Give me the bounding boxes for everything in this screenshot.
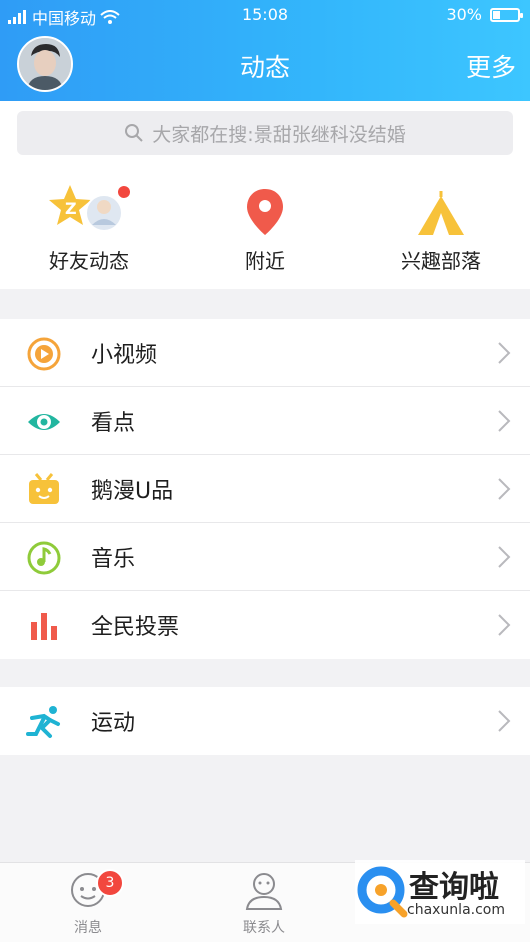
bar-chart-icon: [31, 613, 57, 640]
eye-icon: [28, 414, 60, 430]
quick-friend-feed[interactable]: Z 好友动态: [14, 181, 164, 274]
page-title: 动态: [239, 53, 290, 82]
svg-text:Z: Z: [65, 199, 77, 218]
battery-icon: [490, 7, 523, 22]
watermark-subtitle: chaxunla.com: [407, 902, 505, 918]
quick-tribe-label: 兴趣部落: [401, 249, 481, 273]
watermark-title: 查询啦: [409, 870, 499, 905]
play-circle-icon: [27, 337, 61, 371]
list-item-label: 鹅漫U品: [91, 479, 174, 504]
list-item-label: 小视频: [91, 343, 158, 368]
list-item-label: 看点: [91, 411, 136, 436]
status-right: 30%: [446, 5, 523, 24]
battery-percent: 30%: [446, 5, 482, 24]
tab-contacts[interactable]: 联系人: [214, 871, 314, 937]
quick-tribe-icon-wrap: [366, 181, 516, 237]
list-item-label: 运动: [91, 711, 136, 736]
quick-friend-feed-label: 好友动态: [49, 249, 129, 273]
location-pin-icon: [247, 189, 283, 235]
chevron-right-icon: [498, 478, 511, 500]
search-section: 大家都在搜:景甜张继科没结婚 Z 好友动态 附近 兴趣部落: [0, 101, 530, 289]
quick-tribe[interactable]: 兴趣部落: [366, 181, 516, 274]
list-item-video[interactable]: 小视频: [0, 319, 530, 387]
search-input[interactable]: 大家都在搜:景甜张继科没结婚: [17, 111, 513, 155]
contacts-person-icon: [245, 873, 283, 910]
tab-messages-label: 消息: [74, 920, 102, 936]
chevron-right-icon: [498, 410, 511, 432]
watermark-logo-icon: [357, 866, 408, 918]
list-item-vote[interactable]: 全民投票: [0, 591, 530, 659]
tv-box-icon: [29, 473, 59, 504]
chevron-right-icon: [498, 710, 511, 732]
list-item-kandian[interactable]: 看点: [0, 387, 530, 455]
list-item-label: 全民投票: [91, 615, 180, 640]
chevron-right-icon: [498, 342, 511, 364]
running-icon: [26, 706, 60, 738]
list-item-eman[interactable]: 鹅漫U品: [0, 455, 530, 523]
header-bar: 中国移动 15:08 30% 动态 更多: [0, 0, 530, 101]
chevron-right-icon: [498, 546, 511, 568]
status-bar: 中国移动 15:08 30%: [0, 0, 530, 30]
tab-contacts-label: 联系人: [243, 920, 285, 936]
tab-messages[interactable]: 3 消息: [38, 869, 138, 937]
quick-friend-feed-icon-wrap: Z: [14, 181, 164, 237]
list-item-music[interactable]: 音乐: [0, 523, 530, 591]
music-note-icon: [27, 541, 61, 575]
more-button[interactable]: 更多: [466, 48, 516, 84]
battery-level: [493, 10, 501, 19]
watermark: 查询啦 chaxunla.com: [355, 860, 525, 924]
sports-list: 运动: [0, 687, 530, 755]
search-icon: [125, 124, 144, 142]
list-item-sports[interactable]: 运动: [0, 687, 530, 755]
feature-list: 小视频 看点 鹅漫U品 音乐 全民投票: [0, 319, 530, 659]
chevron-right-icon: [498, 614, 511, 636]
tent-icon: [418, 191, 464, 235]
quick-nearby[interactable]: 附近: [190, 181, 340, 274]
unread-badge: 3: [96, 869, 124, 897]
quick-nearby-label: 附近: [245, 249, 285, 273]
quick-nearby-icon-wrap: [190, 181, 340, 237]
list-item-label: 音乐: [91, 547, 136, 572]
search-placeholder: 大家都在搜:景甜张继科没结婚: [152, 123, 406, 146]
friend-feed-icon: Z: [49, 185, 130, 232]
